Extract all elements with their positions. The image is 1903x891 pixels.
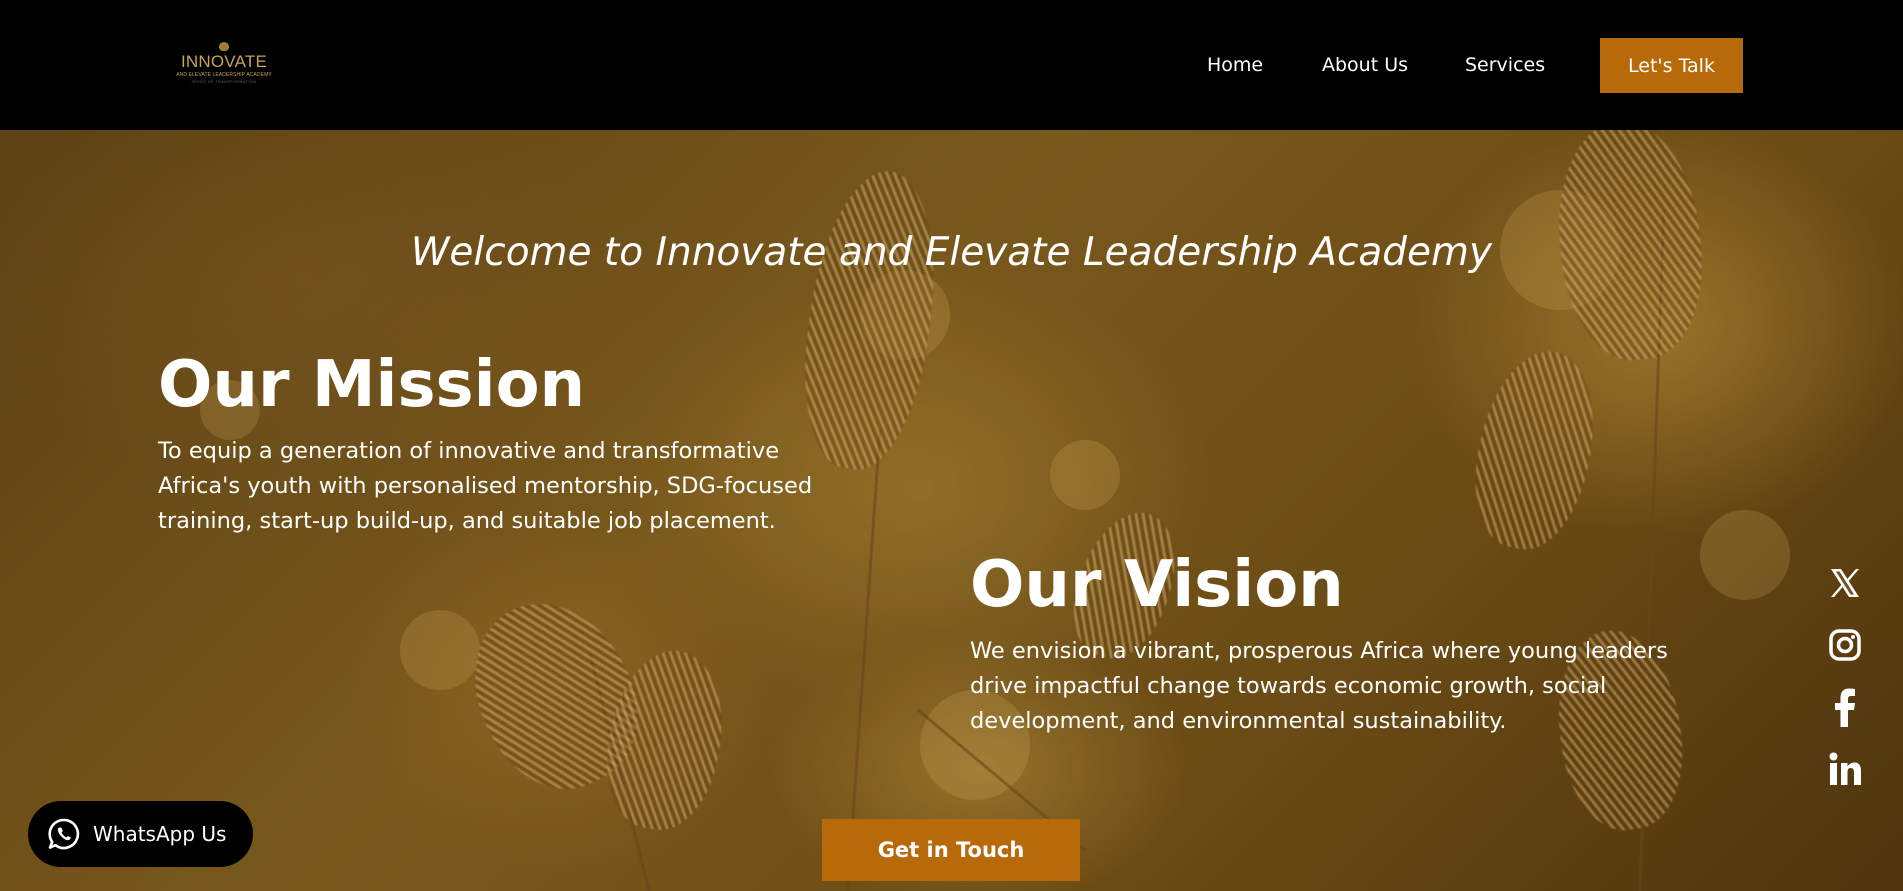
linkedin-icon[interactable] bbox=[1822, 746, 1868, 792]
get-in-touch-button[interactable]: Get in Touch bbox=[822, 819, 1080, 881]
instagram-icon[interactable] bbox=[1822, 622, 1868, 668]
nav-home[interactable]: Home bbox=[1207, 54, 1263, 76]
x-icon[interactable] bbox=[1822, 560, 1868, 606]
lets-talk-button[interactable]: Let's Talk bbox=[1600, 38, 1743, 93]
nav-about-us[interactable]: About Us bbox=[1322, 54, 1408, 76]
site-header: INNOVATE AND ELEVATE LEADERSHIP ACADEMY … bbox=[0, 0, 1903, 130]
whatsapp-label: WhatsApp Us bbox=[93, 822, 227, 846]
logo-title: INNOVATE bbox=[181, 52, 267, 71]
hero-section: Welcome to Innovate and Elevate Leadersh… bbox=[0, 130, 1903, 891]
vision-heading: Our Vision bbox=[970, 548, 1344, 622]
whatsapp-icon bbox=[47, 817, 81, 851]
site-logo[interactable]: INNOVATE AND ELEVATE LEADERSHIP ACADEMY … bbox=[176, 42, 272, 90]
logo-tagline: SEEDS OF TRANSFORMATION bbox=[191, 80, 257, 84]
nav-services[interactable]: Services bbox=[1465, 54, 1545, 76]
logo-subtitle: AND ELEVATE LEADERSHIP ACADEMY bbox=[176, 72, 272, 78]
welcome-heading: Welcome to Innovate and Elevate Leadersh… bbox=[410, 230, 1493, 275]
whatsapp-button[interactable]: WhatsApp Us bbox=[28, 801, 253, 867]
facebook-icon[interactable] bbox=[1822, 684, 1868, 730]
mission-text: To equip a generation of innovative and … bbox=[158, 438, 813, 534]
crest-icon bbox=[219, 42, 229, 51]
mission-heading: Our Mission bbox=[158, 348, 586, 422]
vision-text: We envision a vibrant, prosperous Africa… bbox=[970, 638, 1668, 734]
